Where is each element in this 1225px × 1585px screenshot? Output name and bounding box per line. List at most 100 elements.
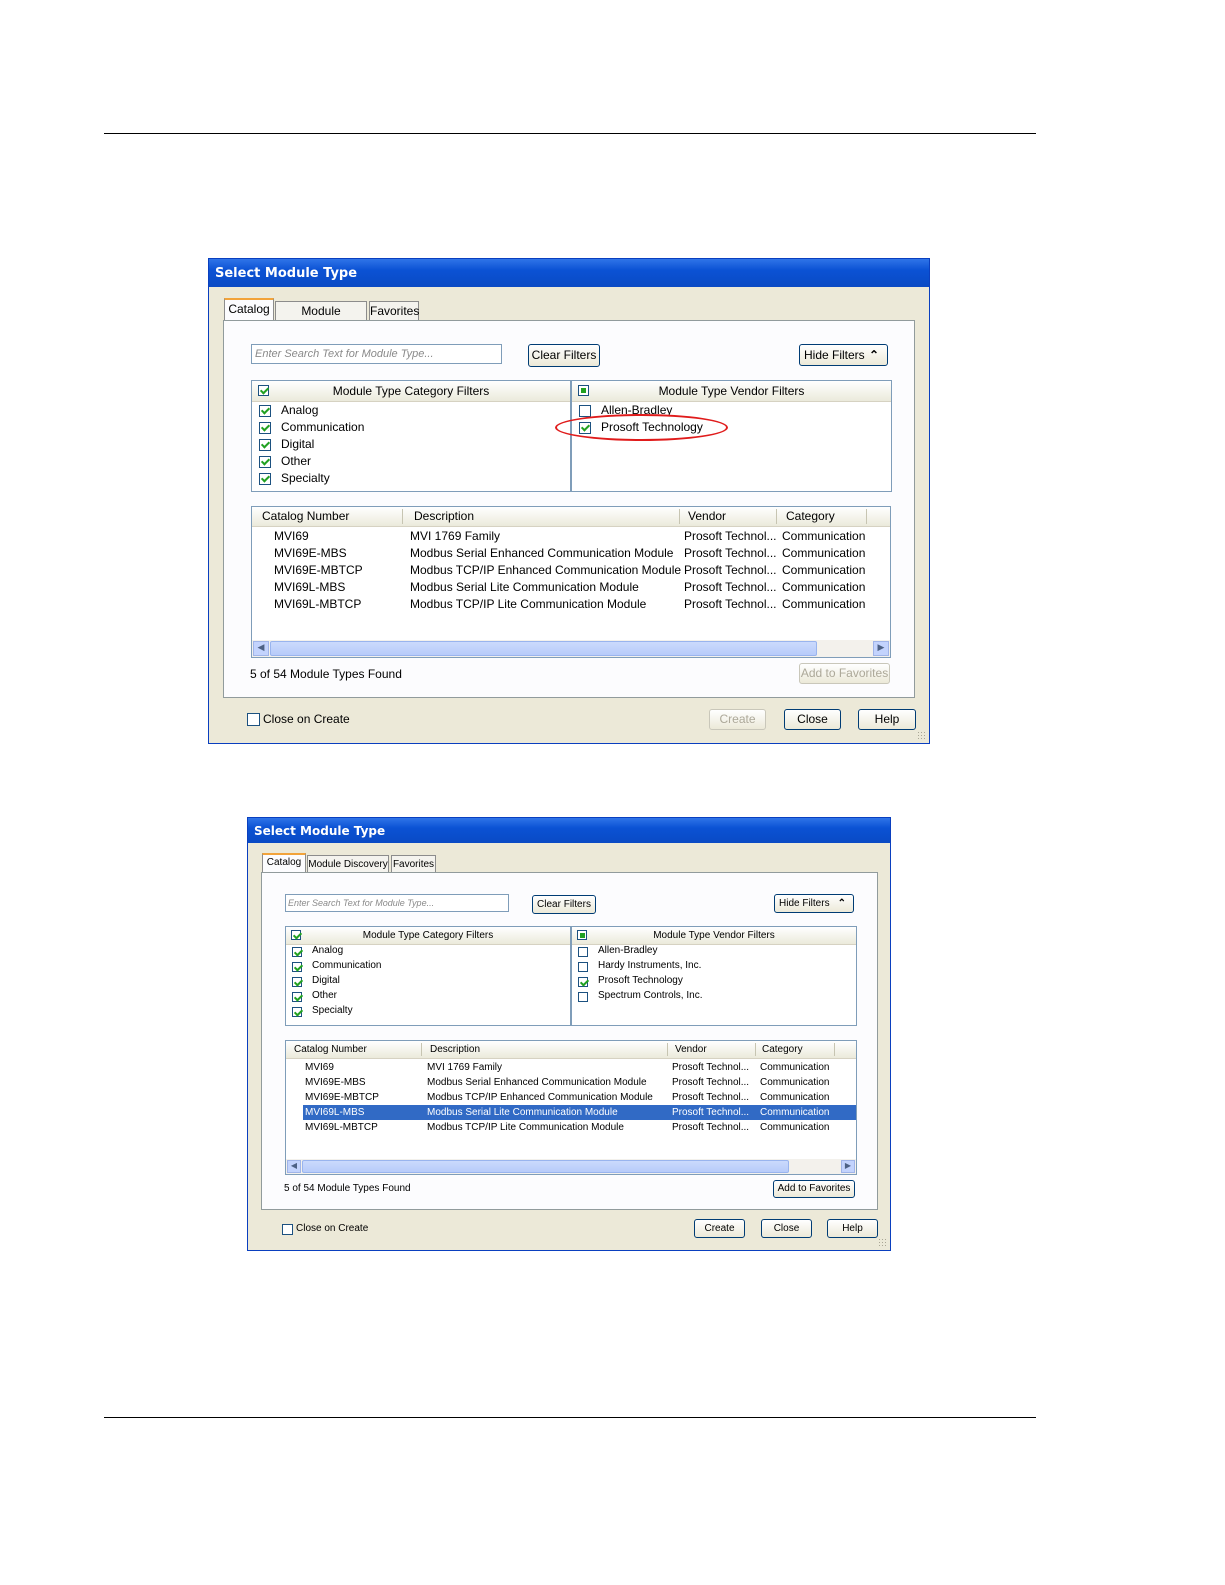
close-on-create-checkbox[interactable] (282, 1224, 293, 1235)
tab-module-discovery[interactable]: Module Discovery (275, 301, 367, 337)
col-category[interactable]: Category (762, 1041, 803, 1058)
vendor-filter-checkbox[interactable] (578, 977, 588, 987)
vendor-cell: Prosoft Technol... (684, 529, 777, 543)
category-filter-checkbox[interactable] (259, 422, 271, 434)
tab-favorites[interactable]: Favorites (391, 855, 436, 873)
table-row[interactable]: MVI69E-MBS Modbus Serial Enhanced Communi… (252, 545, 890, 562)
table-row[interactable]: MVI69E-MBTCP Modbus TCP/IP Enhanced Commu… (252, 562, 890, 579)
resize-grip-icon[interactable] (917, 731, 927, 741)
table-row[interactable]: MVI69E-MBTCP Modbus TCP/IP Enhanced Commu… (286, 1090, 856, 1105)
col-catalog-number[interactable]: Catalog Number (294, 1041, 367, 1058)
description-cell: Modbus TCP/IP Enhanced Communication Mod… (427, 1092, 653, 1103)
category-filter-checkbox[interactable] (259, 405, 271, 417)
category-filter-checkbox[interactable] (292, 962, 302, 972)
category-filter-checkbox[interactable] (292, 1007, 302, 1017)
vendor-cell: Prosoft Technol... (672, 1077, 750, 1088)
hide-filters-button[interactable]: Hide Filters ⌃ (799, 344, 888, 366)
category-filter-checkbox[interactable] (259, 473, 271, 485)
vendor-filter-checkbox[interactable] (578, 947, 588, 957)
double-chevron-up-icon: ⌃ (837, 898, 846, 909)
category-filter-checkbox[interactable] (259, 439, 271, 451)
vendor-cell: Prosoft Technol... (672, 1107, 750, 1118)
category-filter-checkbox[interactable] (259, 456, 271, 468)
category-filter-checkbox[interactable] (292, 977, 302, 987)
help-button[interactable]: Help (858, 709, 916, 730)
col-catalog-number[interactable]: Catalog Number (262, 507, 349, 526)
category-select-all-checkbox[interactable] (258, 385, 269, 396)
tab-catalog[interactable]: Catalog (262, 853, 306, 873)
resize-grip-icon[interactable] (878, 1238, 888, 1248)
clear-filters-button[interactable]: Clear Filters (532, 895, 596, 914)
vendor-filter-label: Hardy Instruments, Inc. (598, 960, 702, 971)
vendor-cell: Prosoft Technol... (672, 1092, 750, 1103)
scroll-right-icon[interactable]: ▶ (873, 641, 889, 656)
module-list-header: Catalog Number Description Vendor Catego… (286, 1041, 856, 1059)
vendor-cell: Prosoft Technol... (684, 580, 777, 594)
category-filter-header: Module Type Category Filters (252, 381, 570, 402)
catalog-number-cell: MVI69E-MBS (274, 546, 347, 560)
vendor-select-all-checkbox[interactable] (577, 930, 587, 940)
vendor-filter-checkbox[interactable] (578, 992, 588, 1002)
top-rule (104, 133, 1036, 134)
scroll-thumb[interactable] (270, 641, 817, 656)
vendor-cell: Prosoft Technol... (672, 1122, 750, 1133)
close-button[interactable]: Close (784, 709, 841, 730)
category-filter-title: Module Type Category Filters (332, 384, 490, 398)
catalog-number-cell: MVI69 (305, 1062, 334, 1073)
table-row[interactable]: MVI69 MVI 1769 Family Prosoft Technol... Co… (252, 528, 890, 545)
col-vendor[interactable]: Vendor (675, 1041, 707, 1058)
add-to-favorites-button[interactable]: Add to Favorites (773, 1180, 855, 1198)
tab-module-discovery[interactable]: Module Discovery (307, 855, 389, 873)
table-row[interactable]: MVI69L-MBTCP Modbus TCP/IP Lite Communica… (252, 596, 890, 613)
catalog-number-cell: MVI69E-MBTCP (305, 1092, 379, 1103)
col-vendor[interactable]: Vendor (688, 507, 726, 526)
close-on-create-checkbox[interactable] (247, 713, 260, 726)
search-input[interactable]: Enter Search Text for Module Type... (251, 344, 502, 364)
scroll-left-icon[interactable]: ◀ (253, 641, 269, 656)
description-cell: Modbus Serial Lite Communication Module (410, 580, 639, 594)
category-filter-checkbox[interactable] (292, 947, 302, 957)
scroll-right-icon[interactable]: ▶ (841, 1160, 855, 1173)
description-cell: Modbus Serial Enhanced Communication Mod… (427, 1077, 647, 1088)
tab-favorites[interactable]: Favorites (369, 301, 419, 321)
description-cell: Modbus Serial Enhanced Communication Mod… (410, 546, 674, 560)
close-button[interactable]: Close (761, 1219, 812, 1238)
col-description[interactable]: Description (414, 507, 474, 526)
add-to-favorites-button[interactable]: Add to Favorites (799, 663, 890, 684)
scroll-left-icon[interactable]: ◀ (287, 1160, 301, 1173)
table-row[interactable]: MVI69L-MBS Modbus Serial Lite Communicati… (252, 579, 890, 596)
search-input[interactable]: Enter Search Text for Module Type... (285, 894, 509, 912)
table-row[interactable]: MVI69 MVI 1769 Family Prosoft Technol... Co… (286, 1060, 856, 1075)
clear-filters-button[interactable]: Clear Filters (528, 344, 600, 367)
category-filter-title: Module Type Category Filters (362, 930, 494, 941)
vendor-cell: Prosoft Technol... (684, 597, 777, 611)
description-cell: Modbus TCP/IP Lite Communication Module (410, 597, 647, 611)
vendor-filter-checkbox[interactable] (579, 405, 591, 417)
table-row[interactable]: MVI69E-MBS Modbus Serial Enhanced Communi… (286, 1075, 856, 1090)
tab-catalog[interactable]: Catalog (224, 298, 274, 321)
dialog-title: Select Module Type (254, 824, 386, 838)
catalog-number-cell: MVI69E-MBTCP (274, 563, 363, 577)
category-filter-label: Other (281, 454, 312, 468)
vendor-select-all-checkbox[interactable] (578, 385, 589, 396)
category-filter-checkbox[interactable] (292, 992, 302, 1002)
category-filter-label: Other (312, 990, 338, 1001)
col-description[interactable]: Description (430, 1041, 480, 1058)
col-category[interactable]: Category (786, 507, 835, 526)
horizontal-scrollbar[interactable]: ◀ ▶ (286, 1159, 856, 1174)
table-row[interactable]: MVI69L-MBS Modbus Serial Lite Communicati… (303, 1105, 856, 1120)
vendor-filter-checkbox[interactable] (578, 962, 588, 972)
hide-filters-button[interactable]: Hide Filters ⌃ (774, 894, 854, 913)
scroll-thumb[interactable] (302, 1160, 789, 1173)
vendor-filter-label: Prosoft Technology (598, 975, 683, 986)
create-button[interactable]: Create (709, 709, 766, 730)
description-cell: MVI 1769 Family (427, 1062, 503, 1073)
select-module-dialog-1: Select Module Type Catalog Module Discov… (208, 258, 930, 744)
vendor-filter-title: Module Type Vendor Filters (658, 384, 805, 398)
help-button[interactable]: Help (827, 1219, 878, 1238)
category-filter-box: Module Type Category Filters Analog Commu… (285, 926, 571, 1026)
horizontal-scrollbar[interactable]: ◀ ▶ (252, 640, 890, 657)
table-row[interactable]: MVI69L-MBTCP Modbus TCP/IP Lite Communica… (286, 1120, 856, 1135)
category-select-all-checkbox[interactable] (291, 930, 301, 940)
create-button[interactable]: Create (694, 1219, 745, 1238)
